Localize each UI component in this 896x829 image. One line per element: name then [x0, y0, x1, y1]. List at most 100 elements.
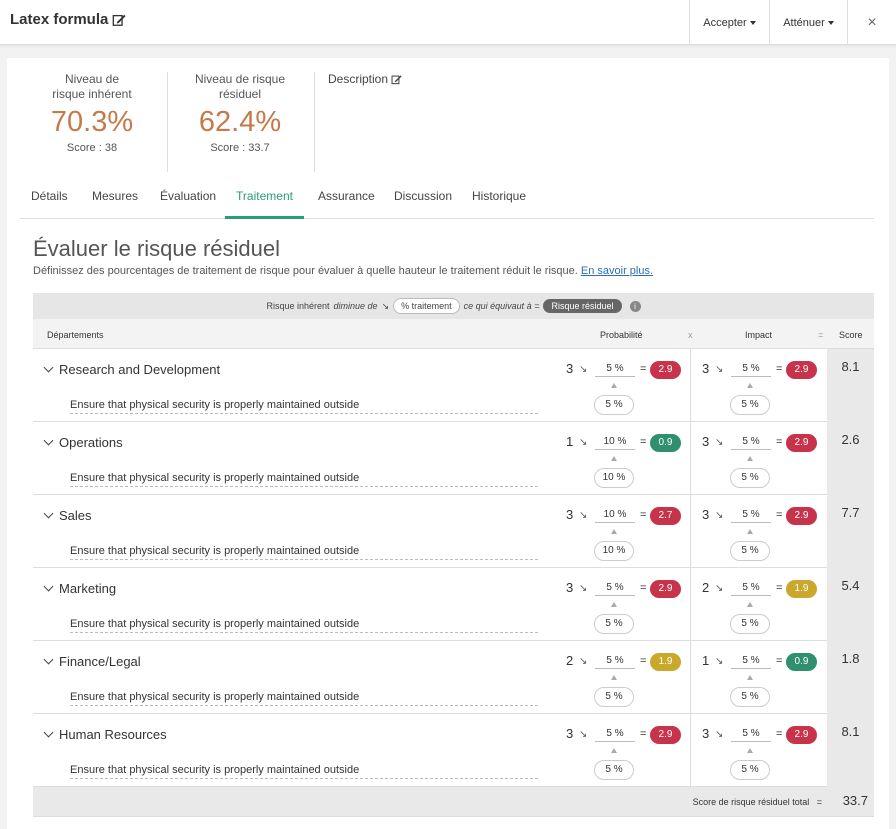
- tab-treatment[interactable]: Traitement: [225, 186, 304, 219]
- chevron-down-icon: [43, 727, 54, 738]
- impact-treatment-input[interactable]: 5 %: [731, 582, 771, 596]
- probability-base: 3: [566, 726, 574, 741]
- total-value: 33.7: [842, 793, 868, 808]
- probability-group: 3 ↘ 10 % = 2.7 10 %: [566, 507, 696, 563]
- department-toggle[interactable]: Marketing: [43, 581, 116, 596]
- mitigate-button[interactable]: Atténuer: [769, 0, 847, 45]
- department-toggle[interactable]: Finance/Legal: [43, 654, 141, 669]
- impact-measure-pill[interactable]: 5 %: [730, 468, 770, 488]
- tab-discussion[interactable]: Discussion: [394, 186, 452, 219]
- probability-treatment-input[interactable]: 10 %: [595, 436, 635, 450]
- tab-history[interactable]: Historique: [472, 186, 526, 219]
- impact-measure-pill[interactable]: 5 %: [730, 541, 770, 561]
- row-score: 7.7: [827, 495, 874, 568]
- equals-sign: =: [640, 655, 647, 667]
- impact-treatment-input[interactable]: 5 %: [731, 509, 771, 523]
- probability-measure-pill[interactable]: 5 %: [594, 760, 634, 780]
- inherent-risk-kpi: Niveau de risque inhérent 70.3% Score : …: [47, 72, 137, 154]
- department-name: Operations: [59, 435, 123, 450]
- probability-treatment-input[interactable]: 5 %: [595, 728, 635, 742]
- measure-name: Ensure that physical security is properl…: [70, 399, 538, 414]
- residual-risk-kpi: Niveau de risque résiduel 62.4% Score : …: [193, 72, 287, 154]
- department-toggle[interactable]: Operations: [43, 435, 123, 450]
- arrow-down-right-icon: ↘: [715, 364, 724, 375]
- department-toggle[interactable]: Sales: [43, 508, 92, 523]
- probability-treatment-input[interactable]: 5 %: [595, 363, 635, 377]
- row-score: 1.8: [827, 641, 874, 714]
- divider: [690, 568, 691, 641]
- probability-measure-pill[interactable]: 10 %: [594, 541, 634, 561]
- measure-name: Ensure that physical security is properl…: [70, 618, 538, 633]
- arrow-up-icon: [747, 529, 753, 534]
- probability-result-badge: 2.7: [650, 507, 681, 525]
- inherent-risk-label: Niveau de risque inhérent: [52, 72, 132, 101]
- close-button[interactable]: ×: [847, 0, 896, 45]
- impact-measure-pill[interactable]: 5 %: [730, 614, 770, 634]
- impact-treatment-input[interactable]: 5 %: [731, 363, 771, 377]
- col-impact: Impact: [745, 330, 773, 340]
- measure-name: Ensure that physical security is properl…: [70, 472, 538, 487]
- impact-measure-pill[interactable]: 5 %: [730, 395, 770, 415]
- col-times: x: [688, 330, 693, 340]
- table-row: Research and Development Ensure that phy…: [33, 349, 874, 422]
- arrow-up-icon: [747, 602, 753, 607]
- equals-sign: =: [640, 363, 647, 375]
- probability-group: 2 ↘ 5 % = 1.9 5 %: [566, 653, 696, 709]
- impact-treatment-input[interactable]: 5 %: [731, 728, 771, 742]
- description-header[interactable]: Description: [328, 72, 402, 86]
- table-row: Operations Ensure that physical security…: [33, 422, 874, 495]
- risk-card: Niveau de risque inhérent 70.3% Score : …: [7, 58, 889, 829]
- impact-measure-pill[interactable]: 5 %: [730, 687, 770, 707]
- divider: [690, 349, 691, 422]
- impact-group: 2 ↘ 5 % = 1.9 5 %: [702, 580, 832, 636]
- divider: [690, 641, 691, 714]
- arrow-down-right-icon: ↘: [715, 729, 724, 740]
- section-intro: Définissez des pourcentages de traitemen…: [33, 265, 653, 277]
- probability-measure-pill[interactable]: 5 %: [594, 687, 634, 707]
- tab-insurance[interactable]: Assurance: [318, 186, 375, 219]
- table-footer: Score de risque résiduel total = 33.7: [33, 787, 874, 817]
- formula-residual-pill: Risque résiduel: [543, 299, 622, 313]
- probability-measure-pill[interactable]: 5 %: [594, 614, 634, 634]
- tab-measures[interactable]: Mesures: [92, 186, 138, 219]
- impact-base: 2: [702, 580, 710, 595]
- department-toggle[interactable]: Human Resources: [43, 727, 167, 742]
- impact-measure-pill[interactable]: 5 %: [730, 760, 770, 780]
- table-header: Départements Probabilité x Impact = Scor…: [33, 319, 874, 349]
- edit-icon[interactable]: [112, 13, 126, 27]
- col-equals: =: [818, 330, 824, 340]
- probability-treatment-input[interactable]: 5 %: [595, 655, 635, 669]
- department-toggle[interactable]: Research and Development: [43, 362, 220, 377]
- impact-group: 3 ↘ 5 % = 2.9 5 %: [702, 434, 832, 490]
- tab-details[interactable]: Détails: [31, 186, 68, 219]
- intro-text: Définissez des pourcentages de traitemen…: [33, 265, 578, 277]
- tab-evaluation[interactable]: Évaluation: [160, 186, 216, 219]
- residual-risk-value: 62.4%: [198, 106, 282, 138]
- total-label-text: Score de risque résiduel total: [692, 797, 810, 807]
- formula-treatment-pill: % traitement: [393, 298, 460, 314]
- accept-button[interactable]: Accepter: [689, 0, 769, 45]
- probability-treatment-input[interactable]: 5 %: [595, 582, 635, 596]
- impact-treatment-input[interactable]: 5 %: [731, 436, 771, 450]
- probability-measure-pill[interactable]: 10 %: [594, 468, 634, 488]
- impact-base: 3: [702, 361, 710, 376]
- department-name: Sales: [59, 508, 92, 523]
- equals-sign: =: [640, 509, 647, 521]
- chevron-down-icon: [43, 435, 54, 446]
- arrow-up-icon: [611, 748, 617, 753]
- info-icon[interactable]: i: [629, 300, 641, 312]
- risk-title-text: Latex formula: [10, 11, 109, 28]
- probability-treatment-input[interactable]: 10 %: [595, 509, 635, 523]
- edit-icon[interactable]: [391, 74, 402, 85]
- table-row: Sales Ensure that physical security is p…: [33, 495, 874, 568]
- learn-more-link[interactable]: En savoir plus.: [581, 265, 653, 277]
- divider: [690, 714, 691, 787]
- probability-measure-pill[interactable]: 5 %: [594, 395, 634, 415]
- formula-inherent: Risque inhérent: [266, 301, 330, 311]
- arrow-down-right-icon: ↘: [715, 583, 724, 594]
- impact-treatment-input[interactable]: 5 %: [731, 655, 771, 669]
- probability-result-badge: 1.9: [650, 653, 681, 671]
- residual-risk-label: Niveau de risque résiduel: [194, 72, 286, 101]
- divider: [167, 72, 168, 172]
- probability-group: 3 ↘ 5 % = 2.9 5 %: [566, 726, 696, 782]
